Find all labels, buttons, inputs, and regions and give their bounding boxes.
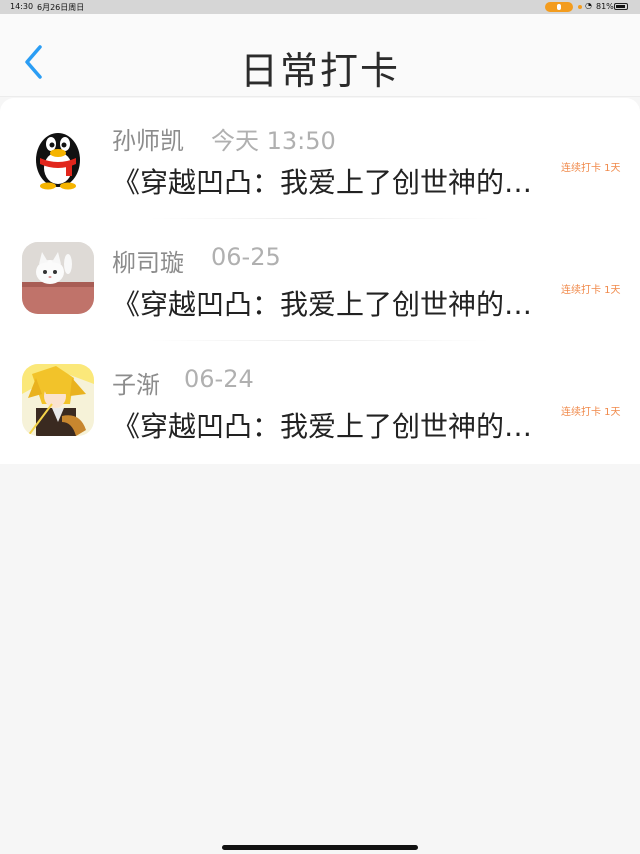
checkin-item[interactable]: 子渐 06-24 《穿越凹凸：我爱上了创世神的男人》 连续打卡 1天 [0,342,640,464]
divider [150,218,490,219]
divider [150,340,490,341]
status-date: 6月26日周日 [37,3,85,12]
battery-percentage: 81% [596,2,614,11]
user-name: 孙师凯 [112,127,184,155]
battery-icon [614,3,628,10]
microphone-indicator-icon [545,2,573,12]
navigation-bar: 日常打卡 [0,14,640,97]
recording-dot-icon [578,5,582,9]
user-name: 柳司璇 [112,249,184,277]
post-title: 《穿越凹凸：我爱上了创世神的男人》 [112,288,557,321]
home-indicator[interactable] [222,845,418,850]
post-time: 今天 13:50 [211,127,336,155]
streak-badge: 连续打卡 1天 [561,285,621,296]
status-time: 14:30 [10,2,34,11]
checkin-item[interactable]: 柳司璇 06-25 《穿越凹凸：我爱上了创世神的男人》 连续打卡 1天 [0,220,640,342]
post-title: 《穿越凹凸：我爱上了创世神的男人》 [112,410,557,443]
qq-penguin-avatar [22,120,94,192]
status-bar: 14:30 6月26日周日 ◔ 81% [0,0,640,14]
post-title: 《穿越凹凸：我爱上了创世神的男人》 [112,166,557,199]
anime-character-avatar [22,364,94,436]
white-kitten-avatar [22,242,94,314]
post-time: 06-24 [184,365,254,393]
wifi-icon: ◔ [585,1,592,10]
checkin-list: 孙师凯 今天 13:50 《穿越凹凸：我爱上了创世神的男人》 连续打卡 1天 柳… [0,98,640,464]
streak-badge: 连续打卡 1天 [561,163,621,174]
post-time: 06-25 [211,243,281,271]
streak-badge: 连续打卡 1天 [561,407,621,418]
page-title: 日常打卡 [239,49,400,93]
user-name: 子渐 [112,371,160,399]
checkin-item[interactable]: 孙师凯 今天 13:50 《穿越凹凸：我爱上了创世神的男人》 连续打卡 1天 [0,98,640,220]
